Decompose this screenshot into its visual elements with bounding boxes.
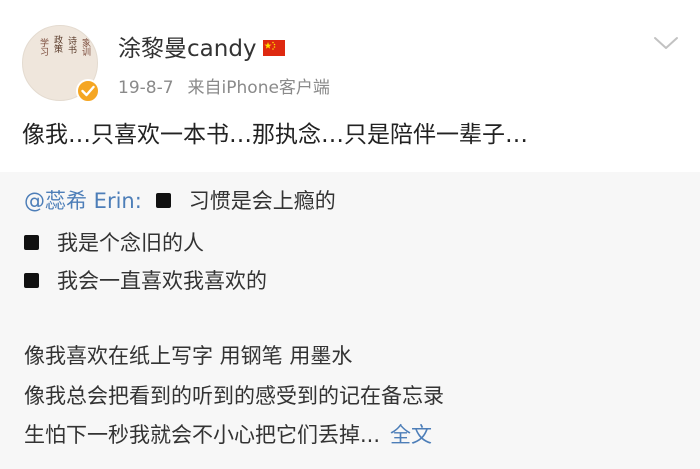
repost-line: 像我喜欢在纸上写字 用钢笔 用墨水 — [24, 341, 352, 371]
chevron-down-icon[interactable] — [652, 34, 680, 56]
black-square-icon — [24, 272, 39, 288]
post-meta: 19-8-7 来自iPhone客户端 — [118, 76, 330, 100]
post-header: 学习 政策 诗书 家训 涂黎曼candy 19-8-7 来自iPhone客户端 … — [0, 0, 700, 172]
repost-line: 生怕下一秒我就会不小心把它们丢掉... 全文 — [24, 420, 432, 450]
repost-line: 我会一直喜欢我喜欢的 — [24, 266, 267, 296]
full-text-link[interactable]: 全文 — [390, 423, 432, 447]
repost-card[interactable]: @蕊希 Erin: 习惯是会上瘾的 我是个念旧的人 我会一直喜欢我喜欢的 像我喜欢… — [0, 172, 700, 469]
repost-line: 我是个念旧的人 — [24, 228, 204, 258]
repost-text: 我是个念旧的人 — [57, 231, 204, 255]
black-square-icon — [155, 192, 171, 208]
avatar-calligraphy: 家训 — [80, 38, 90, 56]
black-square-icon — [24, 234, 39, 250]
repost-text: 像我喜欢在纸上写字 用钢笔 用墨水 — [24, 344, 353, 368]
repost-line: @蕊希 Erin: 习惯是会上瘾的 — [24, 186, 336, 216]
verified-badge-icon — [76, 79, 100, 103]
post-content: 像我…只喜欢一本书…那执念…只是陪伴一辈子… — [22, 122, 528, 148]
post-source: 来自iPhone客户端 — [187, 78, 330, 98]
repost-text: 生怕下一秒我就会不小心把它们丢掉... — [24, 423, 381, 447]
avatar-calligraphy: 学习 — [38, 38, 48, 56]
username-text[interactable]: 涂黎曼candy — [118, 36, 257, 62]
username[interactable]: 涂黎曼candy — [118, 34, 285, 64]
repost-text: 我会一直喜欢我喜欢的 — [57, 269, 267, 293]
avatar-calligraphy: 诗书 — [66, 36, 76, 54]
mention-link[interactable]: @蕊希 Erin: — [24, 189, 142, 213]
avatar-calligraphy: 政策 — [52, 35, 62, 53]
china-flag-icon — [262, 39, 285, 56]
repost-text: 习惯是会上瘾的 — [188, 189, 336, 213]
repost-line: 像我总会把看到的听到的感受到的记在备忘录 — [24, 381, 444, 411]
weibo-post: 学习 政策 诗书 家训 涂黎曼candy 19-8-7 来自iPhone客户端 … — [0, 0, 700, 469]
post-date: 19-8-7 — [118, 78, 174, 98]
repost-text: 像我总会把看到的听到的感受到的记在备忘录 — [24, 384, 444, 408]
